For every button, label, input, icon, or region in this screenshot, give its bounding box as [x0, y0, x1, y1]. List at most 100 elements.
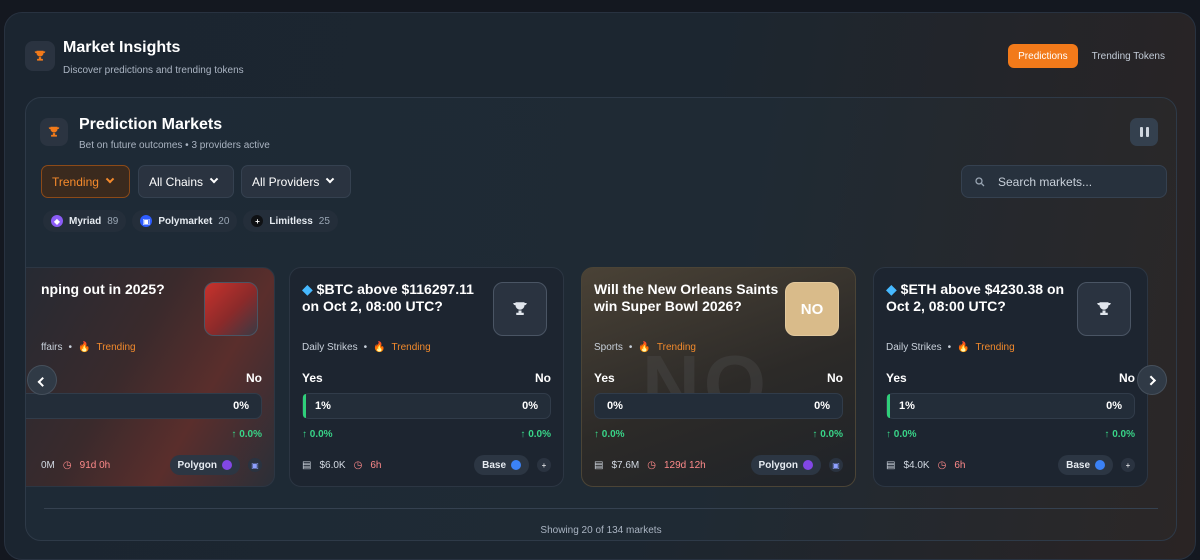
- clock-icon: ◷: [62, 459, 72, 471]
- stack-icon: ▤: [886, 459, 896, 471]
- base-icon: [1095, 460, 1105, 470]
- limitless-logo-icon: +: [251, 215, 264, 227]
- volume-value: $7.6M: [611, 459, 640, 471]
- view-tabs: Predictions Trending Tokens: [1008, 44, 1175, 68]
- sort-label: Trending: [52, 174, 99, 189]
- polygon-icon: [222, 460, 232, 470]
- trophy-icon: [493, 282, 547, 336]
- yes-label: Yes: [302, 371, 323, 385]
- carousel-next-button[interactable]: [1137, 365, 1167, 395]
- polymarket-logo-icon: ▣: [829, 458, 843, 472]
- polygon-icon: [803, 460, 813, 470]
- stack-icon: ▤: [302, 459, 312, 471]
- odds-fill: [887, 394, 890, 418]
- providers-label: All Providers: [252, 174, 320, 189]
- fire-icon: 🔥: [638, 342, 651, 353]
- limitless-logo-icon: +: [1121, 458, 1135, 472]
- carousel-prev-button[interactable]: [27, 365, 57, 395]
- sort-dropdown[interactable]: Trending: [41, 165, 130, 198]
- diamond-icon: ◆: [302, 281, 313, 297]
- page-subtitle: Discover predictions and trending tokens: [63, 65, 244, 76]
- market-title: ◆ $ETH above $4230.38 on Oct 2, 08:00 UT…: [886, 281, 1065, 314]
- chain-badge: Polygon: [750, 455, 821, 475]
- no-label: No: [246, 371, 262, 385]
- fire-icon: 🔥: [78, 342, 91, 353]
- provider-chip-limitless[interactable]: + Limitless 25: [243, 210, 338, 232]
- providers-dropdown[interactable]: All Providers: [241, 165, 351, 198]
- volume-value: $6.0K: [319, 459, 346, 471]
- chevron-down-icon: [326, 174, 335, 183]
- provider-chips: ◆ Myriad 89 ▣ Polymarket 20 + Limitless 25: [43, 210, 338, 232]
- chain-badge: Base: [474, 455, 529, 475]
- stack-icon: ▤: [594, 459, 604, 471]
- chevron-right-icon: [1145, 375, 1156, 385]
- polymarket-logo-icon: ▣: [248, 458, 262, 472]
- clock-icon: ◷: [353, 459, 363, 471]
- market-card[interactable]: ◆ $ETH above $4230.38 on Oct 2, 08:00 UT…: [873, 267, 1148, 487]
- chevron-down-icon: [209, 174, 219, 183]
- market-card[interactable]: NO Will the New Orleans Saints win Super…: [581, 267, 856, 487]
- tab-trending-tokens[interactable]: Trending Tokens: [1082, 44, 1175, 68]
- diamond-icon: ◆: [886, 281, 897, 297]
- prediction-markets-panel: Prediction Markets Bet on future outcome…: [25, 97, 1177, 541]
- odds-bar[interactable]: 0% 0%: [594, 393, 843, 419]
- fire-icon: 🔥: [373, 342, 386, 353]
- chain-badge: Base: [1058, 455, 1113, 475]
- search-icon: [975, 176, 985, 186]
- trending-label: Trending: [656, 342, 696, 353]
- market-title: ◆ $BTC above $116297.11 on Oct 2, 08:00 …: [302, 281, 474, 314]
- time-remaining: 6h: [370, 459, 382, 471]
- provider-chip-polymarket[interactable]: ▣ Polymarket 20: [132, 210, 238, 232]
- pause-button[interactable]: [1130, 118, 1158, 146]
- results-count: Showing 20 of 134 markets: [540, 525, 662, 536]
- trophy-icon: [1077, 282, 1131, 336]
- panel-subtitle: Bet on future outcomes • 3 providers act…: [79, 140, 270, 151]
- odds-bar: 0%: [26, 393, 262, 419]
- no-label: No: [535, 371, 551, 385]
- limitless-logo-icon: +: [537, 458, 551, 472]
- trending-label: Trending: [975, 342, 1015, 353]
- trophy-icon: [40, 118, 68, 146]
- chevron-left-icon: [37, 376, 47, 387]
- time-remaining: 91d 0h: [79, 459, 111, 471]
- odds-bar[interactable]: 1% 0%: [886, 393, 1135, 419]
- market-category: Daily Strikes: [886, 342, 942, 353]
- yes-label: Yes: [886, 371, 907, 385]
- no-label: No: [1119, 371, 1135, 385]
- market-category: ffairs: [41, 342, 63, 353]
- search-input[interactable]: [998, 174, 1148, 189]
- no-label: No: [827, 371, 843, 385]
- odds-bar[interactable]: 1% 0%: [302, 393, 551, 419]
- volume-value: 0M: [41, 459, 55, 471]
- search-box: [961, 165, 1167, 198]
- clock-icon: ◷: [937, 459, 947, 471]
- market-category: Sports: [594, 342, 623, 353]
- divider: [44, 508, 1158, 509]
- fire-icon: 🔥: [957, 342, 970, 353]
- page-title: Market Insights: [63, 39, 181, 56]
- chains-dropdown[interactable]: All Chains: [138, 165, 234, 198]
- tab-predictions[interactable]: Predictions: [1008, 44, 1078, 68]
- volume-value: $4.0K: [903, 459, 930, 471]
- market-card[interactable]: nping out in 2025? ffairs • 🔥 Trending No 0…: [26, 267, 275, 487]
- market-card[interactable]: ◆ $BTC above $116297.11 on Oct 2, 08:00 …: [289, 267, 564, 487]
- chain-badge: Polygon: [169, 455, 240, 475]
- trophy-icon: [25, 41, 55, 71]
- myriad-logo-icon: ◆: [51, 215, 63, 227]
- odds-fill: [303, 394, 306, 418]
- market-category: Daily Strikes: [302, 342, 358, 353]
- provider-chip-myriad[interactable]: ◆ Myriad 89: [43, 210, 127, 232]
- trending-label: Trending: [391, 342, 431, 353]
- time-remaining: 6h: [954, 459, 966, 471]
- time-remaining: 129d 12h: [663, 459, 706, 471]
- polymarket-logo-icon: ▣: [140, 215, 153, 227]
- yes-label: Yes: [594, 371, 615, 385]
- clock-icon: ◷: [647, 459, 656, 471]
- market-image: [204, 282, 258, 336]
- no-badge: NO: [785, 282, 839, 336]
- base-icon: [511, 460, 521, 470]
- market-insights-container: Market Insights Discover predictions and…: [4, 12, 1196, 560]
- panel-title: Prediction Markets: [79, 116, 223, 133]
- pause-icon: [1139, 127, 1143, 137]
- trending-label: Trending: [96, 342, 136, 353]
